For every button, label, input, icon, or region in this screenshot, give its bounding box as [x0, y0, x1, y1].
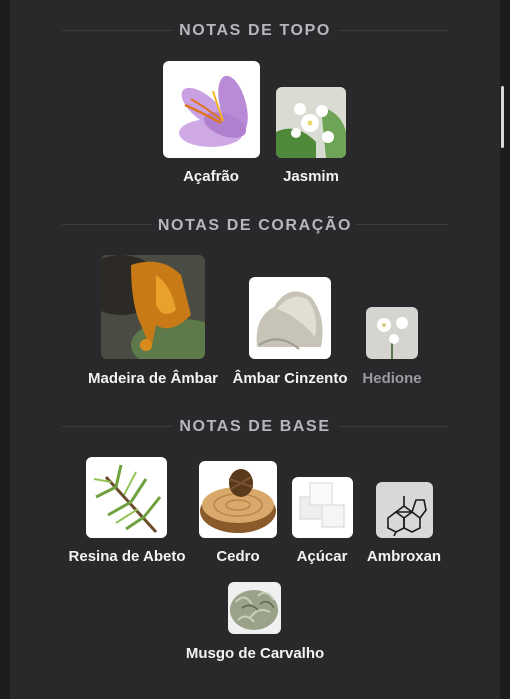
note-label: Madeira de Âmbar: [87, 370, 219, 387]
section-title-heart: NOTAS DE CORAÇÃO: [157, 217, 353, 234]
note-label: Açafrão: [183, 168, 239, 185]
note-label: Âmbar Cinzento: [232, 370, 348, 387]
note-label: Hedione: [362, 370, 422, 387]
note-label: Musgo de Carvalho: [185, 645, 325, 662]
saffron-icon[interactable]: [163, 61, 260, 158]
ambergris-icon[interactable]: [249, 277, 331, 359]
ambroxan-icon[interactable]: [376, 482, 433, 538]
section-title-top: NOTAS DE TOPO: [179, 22, 331, 39]
hedione-icon[interactable]: [366, 307, 418, 359]
note-label: Ambroxan: [366, 548, 442, 565]
cedar-icon[interactable]: [199, 461, 277, 538]
note-label: Resina de Abeto: [68, 548, 186, 565]
oakmoss-icon[interactable]: [228, 582, 281, 634]
section-title-base: NOTAS DE BASE: [179, 418, 331, 435]
scrollbar[interactable]: [501, 86, 504, 148]
note-label: Jasmim: [283, 168, 339, 185]
sugar-icon[interactable]: [292, 477, 353, 538]
amber-wood-icon[interactable]: [101, 255, 205, 359]
jasmine-icon[interactable]: [276, 87, 346, 158]
note-label: Açúcar: [296, 548, 348, 565]
fir-resin-icon[interactable]: [86, 457, 167, 538]
note-label: Cedro: [216, 548, 260, 565]
